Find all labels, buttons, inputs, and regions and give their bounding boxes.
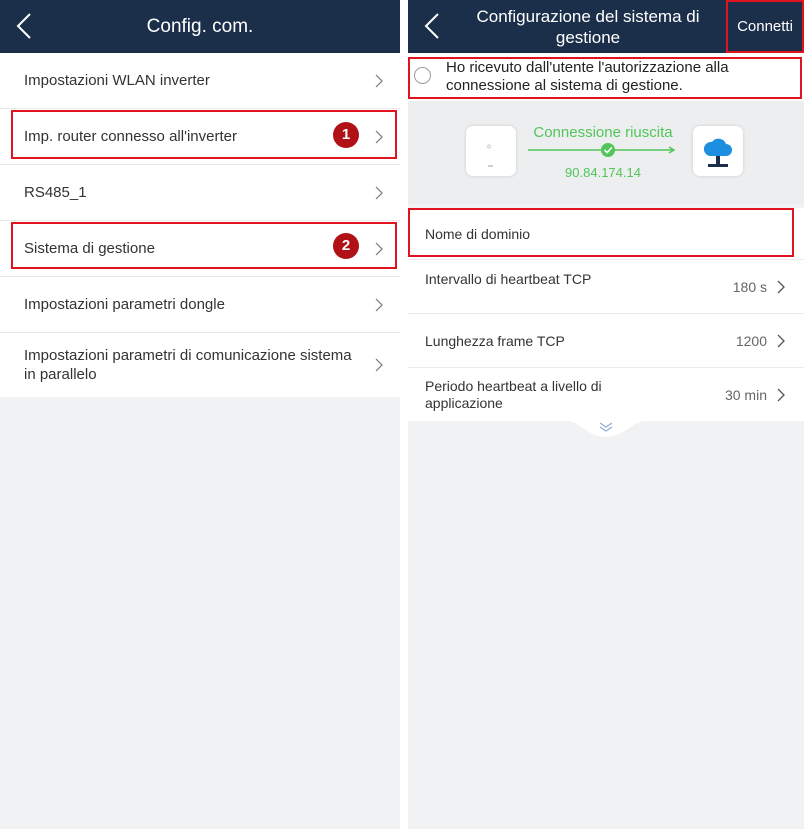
chevron-right-icon	[777, 388, 785, 402]
screen-divider	[400, 0, 408, 829]
chevron-right-icon	[375, 358, 383, 372]
field-value: 1200	[735, 333, 767, 349]
connect-button[interactable]: Connetti	[726, 0, 804, 53]
left-header: Config. com.	[0, 0, 400, 53]
list-item-dongle[interactable]: Impostazioni parametri dongle	[0, 277, 400, 333]
parameter-list: Nome di dominio Intervallo di heartbeat …	[408, 208, 804, 421]
field-label: Lunghezza frame TCP	[425, 333, 565, 349]
chevron-right-icon	[375, 298, 383, 311]
page-title: Configurazione del sistema di gestione	[476, 7, 700, 47]
page-title: Config. com.	[146, 16, 254, 37]
chevron-right-icon	[375, 74, 383, 87]
expand-more-icon[interactable]	[558, 419, 654, 437]
left-screen: Config. com. Impostazioni WLAN inverter …	[0, 0, 400, 829]
connection-link-icon	[528, 143, 676, 157]
right-header: Configurazione del sistema di gestione C…	[408, 0, 804, 53]
management-system-icon	[693, 126, 743, 176]
consent-text: Ho ricevuto dall'utente l'autorizzazione…	[446, 59, 729, 94]
list-item-label: RS485_1	[24, 184, 87, 201]
list-item-parallel-system[interactable]: Impostazioni parametri di comunicazione …	[0, 333, 400, 397]
field-label: Intervallo di heartbeat TCP	[425, 271, 592, 287]
field-tcp-frame-length[interactable]: Lunghezza frame TCP 1200	[408, 314, 804, 368]
chevron-right-icon	[777, 334, 785, 348]
list-item-wlan[interactable]: Impostazioni WLAN inverter	[0, 53, 400, 109]
consent-radio[interactable]	[414, 67, 431, 84]
right-screen: Configurazione del sistema di gestione C…	[408, 0, 804, 829]
ip-address: 90.84.174.14	[565, 165, 641, 180]
chevron-right-icon	[777, 280, 785, 294]
field-label: Periodo heartbeat a livello di applicazi…	[425, 378, 602, 411]
chevron-right-icon	[375, 186, 383, 199]
list-item-rs485[interactable]: RS485_1	[0, 165, 400, 221]
field-value: 180 s	[732, 279, 767, 295]
field-domain-name[interactable]: Nome di dominio	[408, 208, 804, 260]
field-tcp-heartbeat[interactable]: Intervallo di heartbeat TCP 180 s	[408, 260, 804, 314]
list-item-label: Impostazioni WLAN inverter	[24, 72, 210, 89]
monitor-cloud-icon	[703, 138, 732, 167]
step-badge-2: 2	[333, 233, 359, 259]
list-item-label: Impostazioni parametri dongle	[24, 296, 225, 313]
cloud-icon	[703, 138, 732, 156]
chevron-right-icon	[375, 130, 383, 143]
settings-list: Impostazioni WLAN inverter Imp. router c…	[0, 53, 400, 397]
field-value: 30 min	[724, 387, 767, 403]
back-arrow-icon[interactable]	[422, 13, 442, 39]
chevron-right-icon	[375, 242, 383, 255]
step-badge-1: 1	[333, 122, 359, 148]
brand-logo-icon: ✲	[486, 144, 492, 151]
consent-row[interactable]: Ho ricevuto dall'utente l'autorizzazione…	[408, 53, 804, 101]
led-indicator-icon	[488, 165, 493, 167]
field-app-heartbeat[interactable]: Periodo heartbeat a livello di applicazi…	[408, 368, 804, 421]
connection-status: Connessione riuscita	[533, 124, 673, 141]
list-item-label: Sistema di gestione	[24, 240, 155, 257]
check-icon	[601, 143, 615, 157]
field-label: Nome di dominio	[425, 226, 531, 242]
dongle-icon: ✲	[466, 126, 516, 176]
list-item-label: Impostazioni parametri di comunicazione …	[24, 347, 352, 383]
connection-status-area: ✲ Connessione riuscita 90.84.174.14	[408, 101, 804, 204]
list-item-label: Imp. router connesso all'inverter	[24, 128, 237, 145]
